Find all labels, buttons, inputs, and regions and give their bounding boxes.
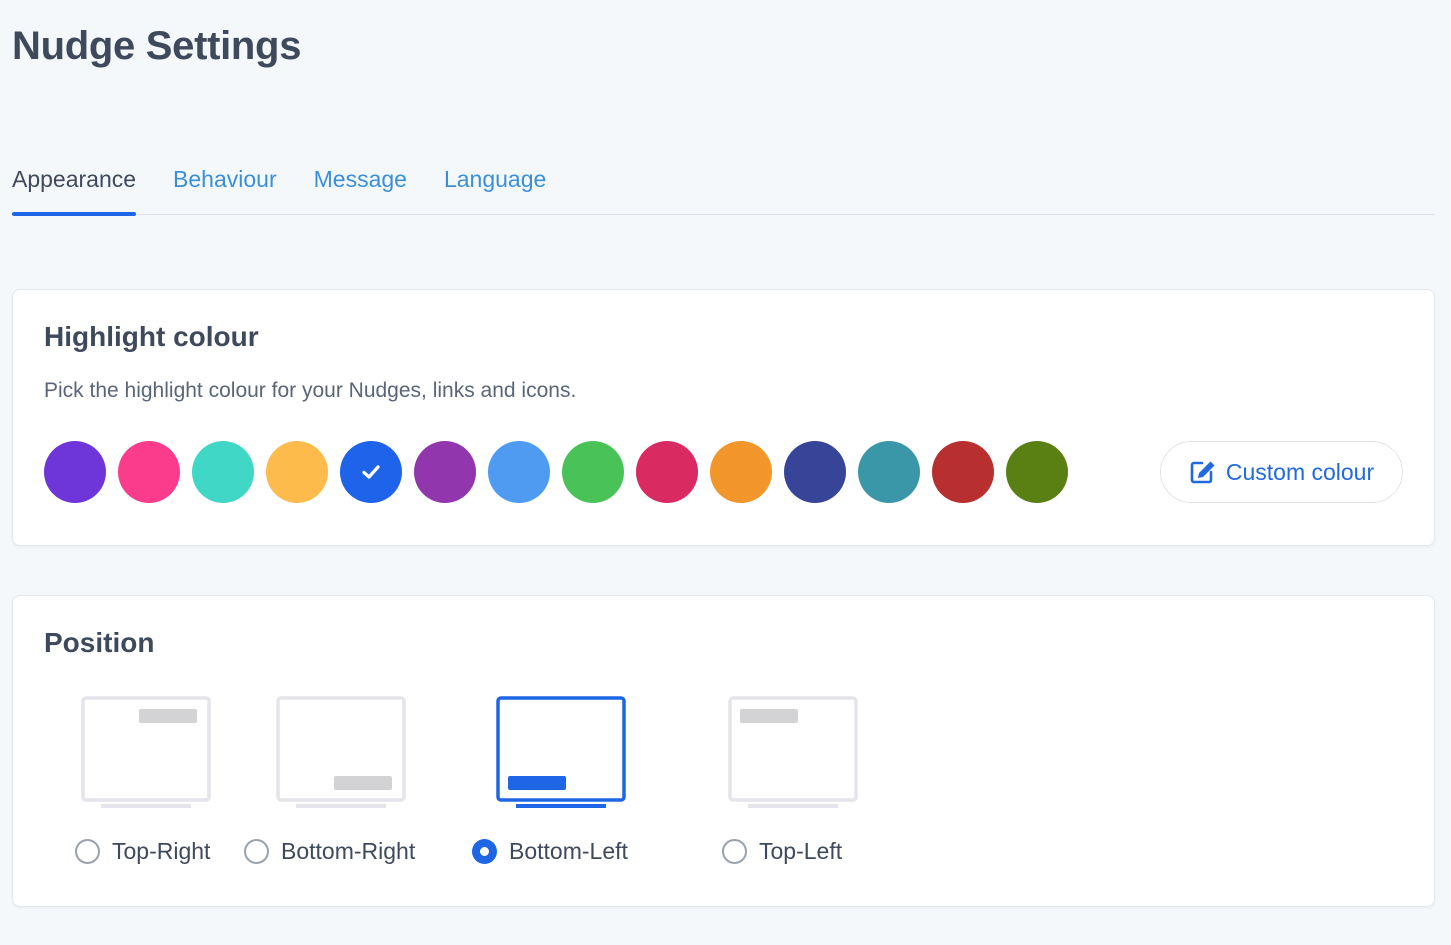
- position-radio[interactable]: [722, 839, 747, 864]
- colour-swatch[interactable]: [932, 441, 994, 503]
- settings-tabs: Appearance Behaviour Message Language: [12, 160, 1435, 216]
- position-option-top-left[interactable]: Top-Left: [722, 696, 872, 865]
- position-label: Top-Left: [759, 838, 843, 864]
- position-radio-row: Top-Right: [75, 838, 210, 865]
- highlight-colour-title: Highlight colour: [44, 321, 259, 352]
- position-option-top-right[interactable]: Top-Right: [75, 696, 270, 865]
- tab-appearance[interactable]: Appearance: [12, 160, 137, 216]
- position-radio[interactable]: [472, 839, 497, 864]
- position-label: Bottom-Right: [281, 838, 416, 864]
- position-radio-row: Top-Left: [722, 838, 842, 865]
- highlight-colour-description: Pick the highlight colour for your Nudge…: [44, 379, 577, 402]
- custom-colour-button[interactable]: Custom colour: [1160, 441, 1403, 503]
- position-radio[interactable]: [244, 839, 269, 864]
- colour-swatch[interactable]: [488, 441, 550, 503]
- custom-colour-label: Custom colour: [1225, 458, 1375, 485]
- colour-swatch[interactable]: [266, 441, 328, 503]
- edit-icon: [1190, 461, 1215, 484]
- colour-swatch-list: [44, 441, 1068, 503]
- nudge-placement-marker: [334, 776, 392, 790]
- colour-swatch[interactable]: [784, 441, 846, 503]
- nudge-placement-marker: [139, 709, 197, 723]
- position-title: Position: [44, 627, 155, 658]
- page-title: Nudge Settings: [12, 24, 302, 68]
- position-label: Top-Right: [112, 838, 211, 864]
- colour-swatch[interactable]: [858, 441, 920, 503]
- colour-swatch[interactable]: [118, 441, 180, 503]
- position-illustration: [728, 696, 858, 808]
- colour-swatch[interactable]: [636, 441, 698, 503]
- colour-swatch[interactable]: [340, 441, 402, 503]
- position-options: Top-Right Bottom-Right Bottom-Left Top-Left: [75, 696, 872, 865]
- position-radio-row: Bottom-Left: [472, 838, 628, 865]
- tab-behaviour[interactable]: Behaviour: [173, 160, 277, 215]
- colour-swatch[interactable]: [1006, 441, 1068, 503]
- tab-language[interactable]: Language: [444, 160, 546, 215]
- position-card: Position Top-Right Bottom-Right Bottom-Lef…: [12, 595, 1435, 907]
- position-option-bottom-left[interactable]: Bottom-Left: [472, 696, 722, 865]
- nudge-placement-marker: [508, 776, 566, 790]
- nudge-placement-marker: [740, 709, 798, 723]
- position-label: Bottom-Left: [509, 838, 628, 864]
- colour-swatch[interactable]: [192, 441, 254, 503]
- position-radio-row: Bottom-Right: [244, 838, 415, 865]
- position-illustration: [276, 696, 406, 808]
- colour-swatch[interactable]: [710, 441, 772, 503]
- colour-swatch[interactable]: [44, 441, 106, 503]
- checkmark-icon: [362, 465, 380, 479]
- position-illustration: [81, 696, 211, 808]
- position-illustration: [496, 696, 626, 808]
- colour-swatch[interactable]: [414, 441, 476, 503]
- position-option-bottom-right[interactable]: Bottom-Right: [244, 696, 490, 865]
- tab-message[interactable]: Message: [314, 160, 407, 215]
- position-radio[interactable]: [75, 839, 100, 864]
- highlight-colour-card: Highlight colour Pick the highlight colo…: [12, 289, 1435, 546]
- colour-swatch[interactable]: [562, 441, 624, 503]
